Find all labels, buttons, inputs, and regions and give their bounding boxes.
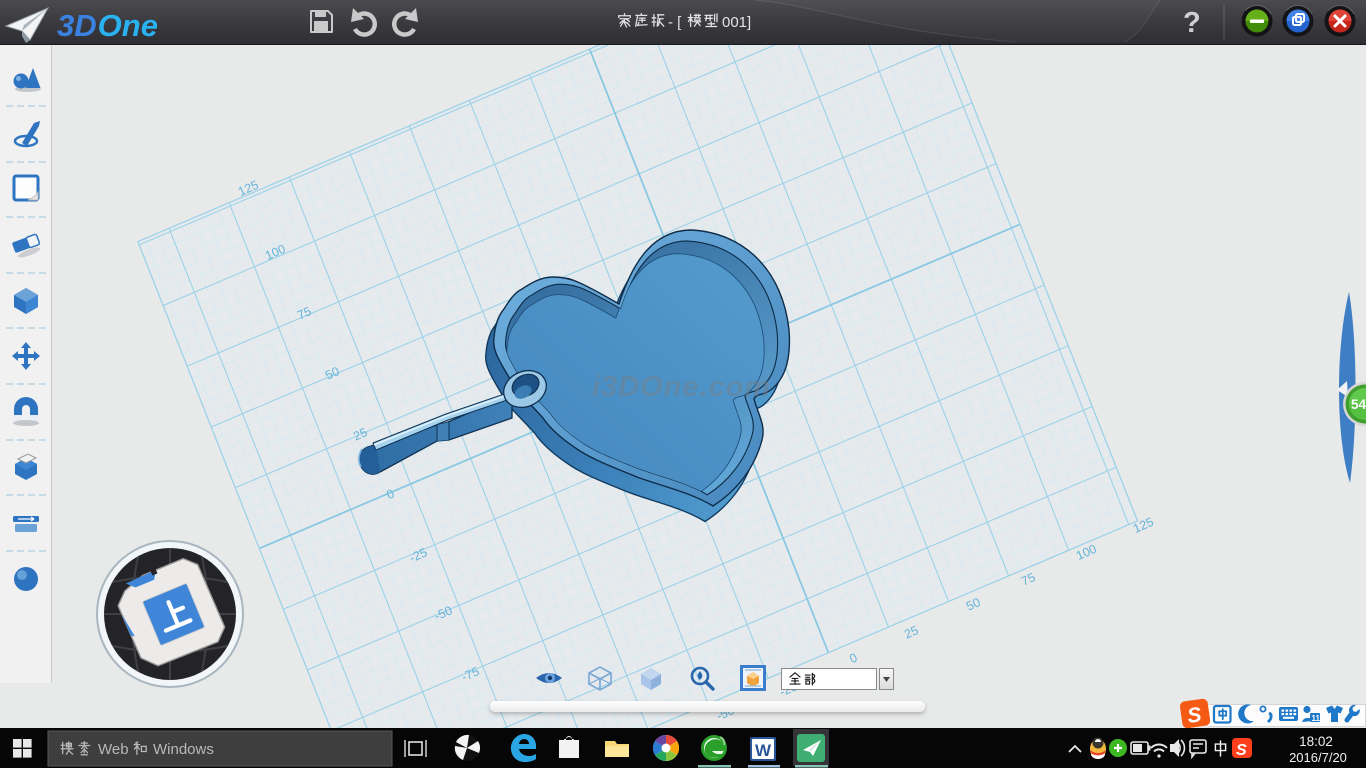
svg-text:2016/7/20: 2016/7/20 bbox=[1289, 750, 1347, 765]
svg-text:18:02: 18:02 bbox=[1299, 734, 1333, 749]
svg-text:Web: Web bbox=[98, 741, 129, 758]
svg-text:11: 11 bbox=[1312, 714, 1321, 723]
svg-text:Windows: Windows bbox=[153, 741, 214, 758]
svg-text:S: S bbox=[1236, 742, 1247, 759]
svg-text:W: W bbox=[755, 741, 772, 760]
